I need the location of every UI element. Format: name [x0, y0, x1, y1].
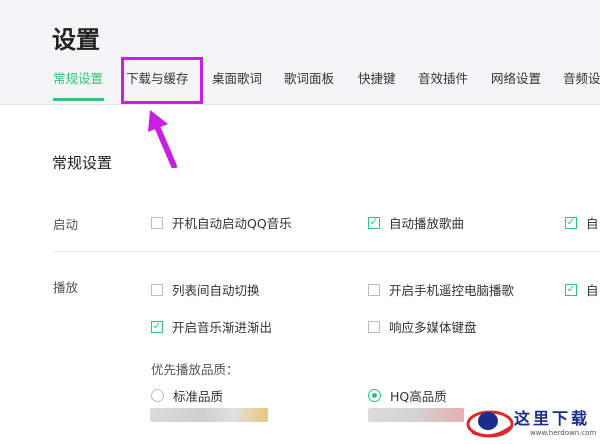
tab-lyrics-panel[interactable]: 歌词面板 — [284, 66, 334, 92]
option-label: 自 — [586, 283, 599, 298]
tab-general[interactable]: 常规设置 — [53, 66, 103, 92]
tab-network[interactable]: 网络设置 — [491, 66, 541, 92]
option-label: 响应多媒体键盘 — [389, 320, 477, 335]
checkbox-icon[interactable] — [368, 283, 380, 296]
option-label: HQ高品质 — [390, 389, 447, 404]
watermark-url: www.herdown.com — [530, 429, 597, 437]
option-fade-in-out[interactable]: ✓ 开启音乐渐进渐出 — [151, 317, 272, 336]
quality-label: 优先播放品质： — [151, 362, 239, 377]
page-title: 设置 — [52, 26, 100, 54]
checkbox-checked-icon[interactable]: ✓ — [151, 320, 163, 333]
active-tab-indicator — [53, 98, 104, 101]
checkbox-checked-icon[interactable]: ✓ — [368, 216, 380, 229]
blurred-quality-info — [150, 408, 268, 422]
tab-audio[interactable]: 音频设 — [563, 66, 600, 92]
checkbox-checked-icon[interactable]: ✓ — [565, 283, 577, 296]
annotation-arrow-icon — [148, 110, 177, 168]
option-auto-play[interactable]: ✓ 自动播放歌曲 — [368, 213, 464, 232]
tab-sound-plugins[interactable]: 音效插件 — [418, 66, 468, 92]
option-label: 自动播放歌曲 — [389, 216, 465, 231]
option-playback-extra[interactable]: ✓ 自 — [565, 280, 599, 299]
tab-desktop-lyrics[interactable]: 桌面歌词 — [212, 66, 262, 92]
checkbox-icon[interactable] — [151, 216, 163, 229]
section-title: 常规设置 — [52, 154, 113, 172]
option-auto-start[interactable]: 开机自动启动QQ音乐 — [151, 213, 292, 232]
startup-label: 启动 — [53, 217, 79, 232]
option-label: 开启手机遥控电脑播歌 — [389, 283, 515, 298]
radio-icon[interactable] — [151, 389, 164, 402]
option-label: 自 — [586, 216, 599, 231]
checkbox-icon[interactable] — [151, 283, 163, 296]
option-list-auto-switch[interactable]: 列表间自动切换 — [151, 280, 260, 299]
radio-hq-quality[interactable]: HQ高品质 — [368, 386, 447, 405]
option-label: 列表间自动切换 — [172, 283, 260, 298]
radio-selected-icon[interactable] — [368, 389, 381, 402]
blurred-quality-info — [368, 408, 464, 422]
checkbox-checked-icon[interactable]: ✓ — [565, 216, 577, 229]
option-media-keys[interactable]: 响应多媒体键盘 — [368, 317, 477, 336]
settings-header: 设置 常规设置 下载与缓存 桌面歌词 歌词面板 快捷键 音效插件 网络设置 音频… — [0, 0, 600, 105]
option-label: 开机自动启动QQ音乐 — [172, 216, 292, 231]
tab-shortcuts[interactable]: 快捷键 — [358, 66, 396, 92]
radio-standard-quality[interactable]: 标准品质 — [151, 386, 223, 405]
row-divider — [52, 251, 600, 252]
option-phone-remote[interactable]: 开启手机遥控电脑播歌 — [368, 280, 514, 299]
watermark-text: 这里下载 — [514, 409, 591, 428]
playback-label: 播放 — [53, 280, 79, 295]
option-label: 标准品质 — [173, 389, 224, 404]
option-label: 开启音乐渐进渐出 — [172, 320, 273, 335]
checkbox-icon[interactable] — [368, 320, 380, 333]
annotation-highlight-box — [121, 57, 203, 104]
option-startup-extra[interactable]: ✓ 自 — [565, 213, 599, 232]
